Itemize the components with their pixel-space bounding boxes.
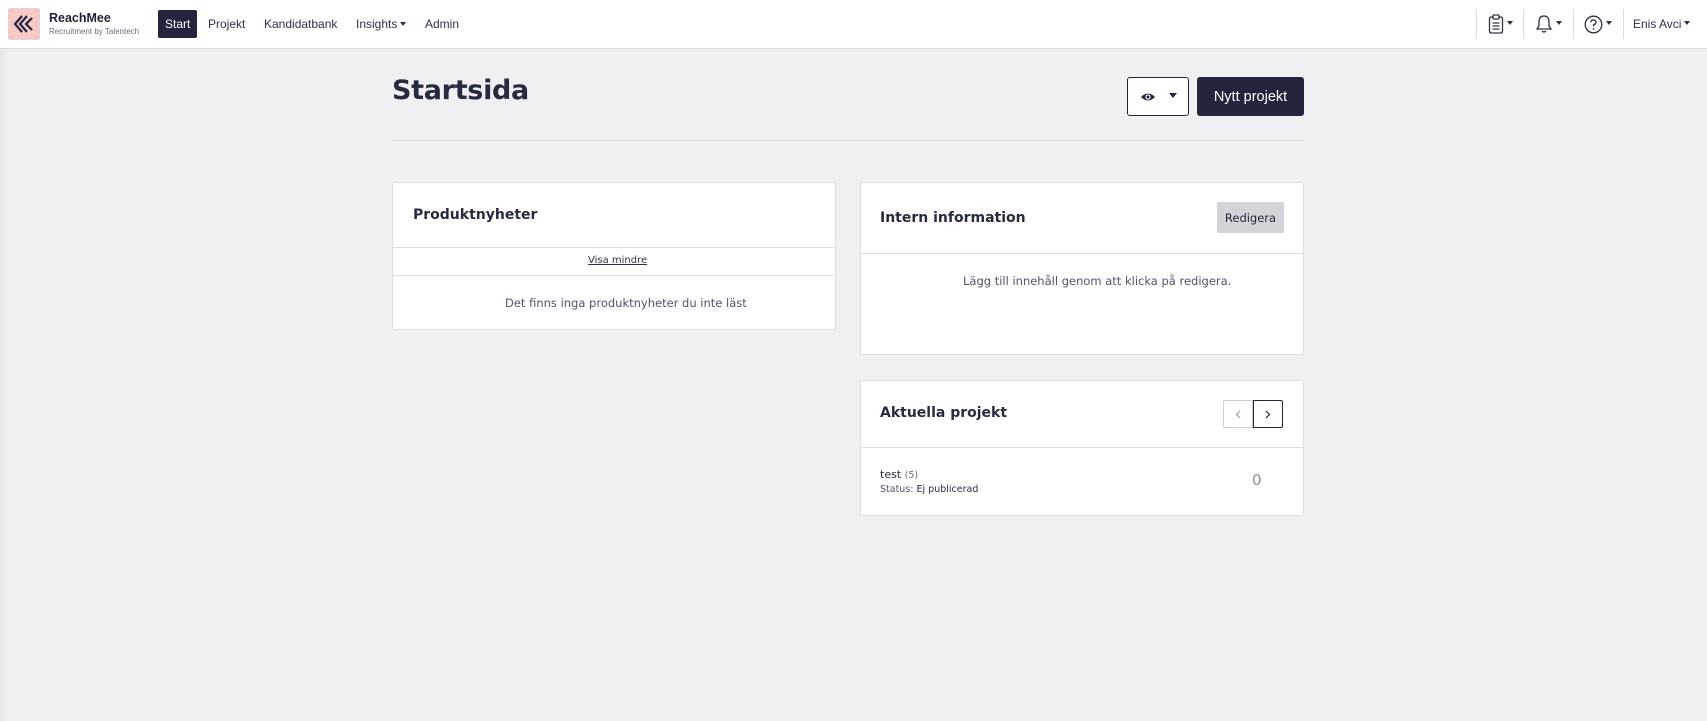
brand-name: ReachMee: [49, 11, 111, 25]
project-link[interactable]: test (5): [880, 468, 918, 481]
previous-page-button[interactable]: [1223, 400, 1253, 428]
page-title: Startsida: [392, 75, 529, 106]
chevron-down-icon: [400, 21, 407, 26]
project-status-value: Ej publicerad: [916, 484, 979, 495]
nav-kandidatbank-label: Kandidatbank: [264, 17, 338, 31]
nav-start[interactable]: Start: [158, 10, 198, 38]
card-divider: [861, 447, 1303, 448]
notifications-button[interactable]: [1535, 12, 1562, 36]
card-divider: [393, 247, 835, 248]
nav-admin-label: Admin: [425, 17, 460, 31]
product-news-card: Produktnyheter Visa mindre Det finns ing…: [392, 182, 836, 330]
help-icon: [1584, 15, 1603, 33]
show-less-link[interactable]: Visa mindre: [588, 255, 647, 266]
chevron-right-icon: [1265, 410, 1271, 418]
internal-info-title: Intern information: [880, 210, 1026, 226]
navbar-divider: [1623, 9, 1624, 39]
card-divider: [393, 275, 835, 276]
chevron-down-icon: [1556, 21, 1562, 25]
header-divider: [392, 140, 1304, 141]
navbar-divider: [1523, 9, 1524, 39]
product-news-title: Produktnyheter: [413, 207, 538, 223]
project-status: Status: Ej publicerad: [880, 484, 978, 495]
brand-tagline: Recruitment by Talentech: [49, 27, 140, 36]
user-name: Enis Avci: [1633, 17, 1682, 31]
current-projects-title: Aktuella projekt: [880, 405, 1008, 421]
new-project-button[interactable]: Nytt projekt: [1197, 77, 1304, 116]
project-new-count: 0: [1252, 471, 1262, 489]
left-edge-shadow: [0, 49, 8, 721]
help-menu-button[interactable]: [1584, 12, 1612, 36]
chevron-left-icon: [1235, 410, 1241, 418]
nav-projekt-label: Projekt: [208, 17, 246, 31]
clipboard-icon: [1488, 14, 1504, 34]
product-news-empty-text: Det finns inga produktnyheter du inte lä…: [505, 296, 747, 310]
top-navbar: ReachMee Recruitment by Talentech Start …: [0, 0, 1707, 49]
edit-button[interactable]: Redigera: [1217, 202, 1284, 233]
nav-insights[interactable]: Insights: [349, 10, 413, 38]
project-name: test: [880, 468, 902, 481]
nav-start-label: Start: [165, 17, 191, 31]
nav-projekt[interactable]: Projekt: [201, 10, 252, 38]
chevron-down-icon: [1507, 21, 1513, 25]
card-divider: [861, 253, 1303, 254]
chevron-down-icon: [1684, 21, 1691, 25]
next-page-button[interactable]: [1253, 400, 1283, 428]
user-menu[interactable]: Enis Avci: [1633, 12, 1691, 36]
brand-logo[interactable]: [8, 8, 40, 40]
navbar-divider: [1573, 9, 1574, 39]
project-candidate-count: (5): [904, 470, 919, 481]
internal-info-empty-text: Lägg till innehåll genom att klicka på r…: [963, 274, 1232, 288]
tasks-menu-button[interactable]: [1488, 12, 1513, 36]
bell-icon: [1535, 15, 1553, 33]
eye-icon: [1140, 93, 1155, 100]
navbar-divider: [1476, 9, 1477, 39]
nav-admin[interactable]: Admin: [418, 10, 466, 38]
nav-insights-label: Insights: [356, 17, 398, 31]
reachmee-logo-icon: [13, 15, 33, 33]
nav-kandidatbank[interactable]: Kandidatbank: [257, 10, 344, 38]
project-status-label: Status:: [880, 484, 914, 495]
chevron-down-icon: [1606, 21, 1612, 25]
chevron-down-icon: [1168, 93, 1177, 98]
view-options-button[interactable]: [1127, 77, 1189, 116]
